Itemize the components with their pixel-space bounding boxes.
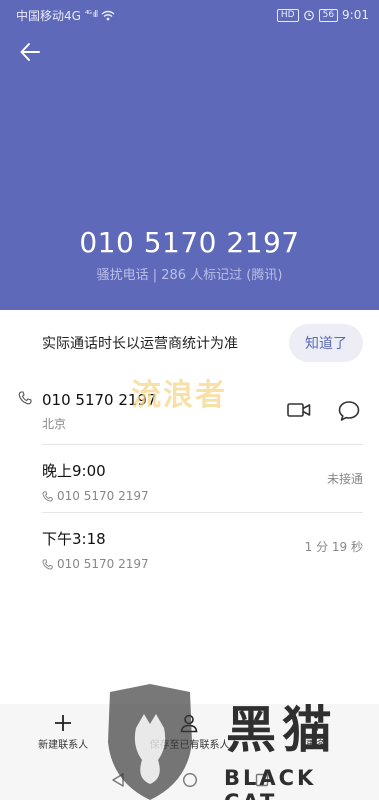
back-button[interactable]	[16, 38, 44, 66]
divider	[42, 444, 363, 445]
contact-location: 北京	[42, 417, 67, 431]
duration-notice: 实际通话时长以运营商统计为准 知道了	[0, 310, 379, 376]
status-bar: 中国移动4G ⁴ᴳ ıll HD 56 9:01	[0, 0, 379, 30]
wifi-icon	[101, 10, 115, 20]
clock: 9:01	[342, 8, 369, 22]
phone-number-title: 010 5170 2197	[79, 226, 300, 259]
battery-icon: 56	[318, 8, 339, 22]
message-icon[interactable]	[338, 400, 360, 422]
arrow-left-icon	[20, 43, 40, 61]
header-panel: 中国移动4G ⁴ᴳ ıll HD 56 9:01 010 5170 2197 骚…	[0, 0, 379, 310]
logo-en-text: BLACK CAT	[224, 766, 317, 800]
call-number: 010 5170 2197	[57, 489, 149, 503]
carrier-label: 中国移动4G	[16, 8, 81, 23]
call-time: 晚上9:00	[42, 462, 106, 480]
plus-icon	[55, 715, 72, 731]
notice-text: 实际通话时长以运营商统计为准	[42, 336, 238, 352]
call-icon	[42, 558, 53, 570]
call-log-item: 下午3:18 010 5170 2197 1 分 19 秒	[42, 528, 363, 578]
video-call-icon[interactable]	[287, 401, 311, 419]
phone-icon	[18, 391, 32, 405]
spam-tag-label: 骚扰电话 | 286 人标记过 (腾讯)	[96, 268, 283, 283]
call-number: 010 5170 2197	[57, 557, 149, 571]
call-status: 未接通	[326, 472, 363, 486]
call-log-item: 晚上9:00 010 5170 2197 未接通	[42, 460, 363, 510]
call-icon	[42, 490, 53, 502]
call-duration: 1 分 19 秒	[304, 540, 363, 554]
divider	[42, 512, 363, 513]
signal-icon: ⁴ᴳ ıll	[84, 10, 98, 20]
alarm-icon	[303, 10, 314, 21]
got-it-button[interactable]: 知道了	[289, 324, 363, 362]
new-contact-label: 新建联系人	[38, 740, 89, 751]
hd-icon: HD	[276, 8, 299, 22]
new-contact-button[interactable]: 新建联系人	[8, 713, 118, 751]
watermark-text: 流浪者	[131, 378, 227, 413]
logo-cn-text: 黑猫	[226, 701, 338, 759]
